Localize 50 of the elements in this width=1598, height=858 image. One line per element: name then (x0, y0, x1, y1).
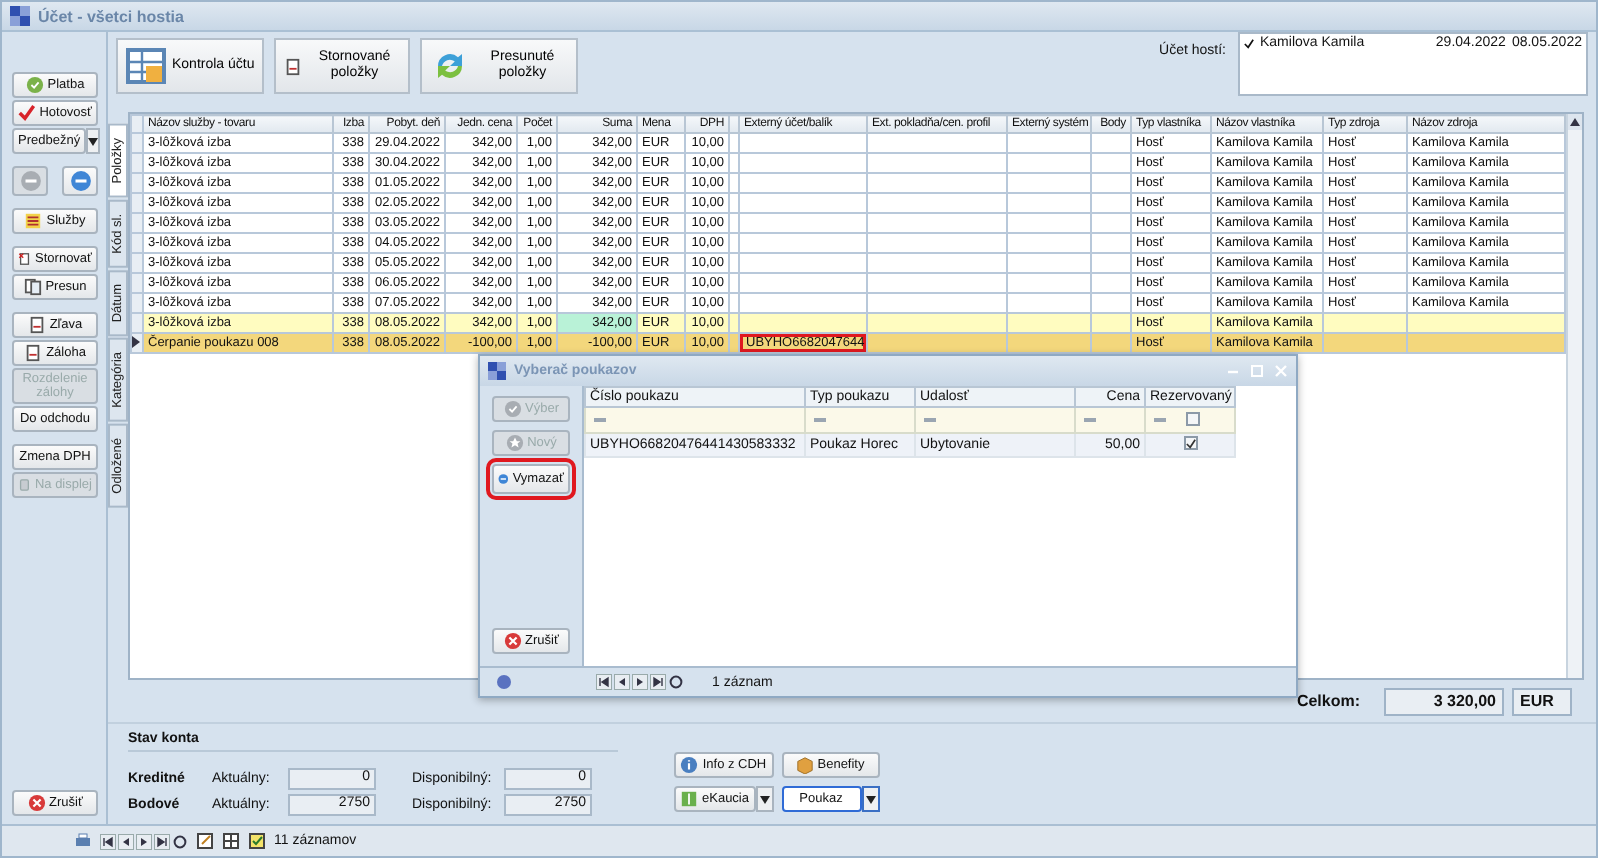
current-row-icon (132, 336, 140, 348)
next-page-icon[interactable] (632, 674, 648, 690)
check-circle-icon (503, 400, 521, 418)
last-page-icon[interactable] (650, 674, 666, 690)
list-icon (24, 212, 43, 230)
close-circle-icon (503, 632, 522, 650)
check-mark-icon[interactable] (1244, 37, 1254, 49)
document-icon (284, 57, 303, 75)
caret-icon (759, 795, 769, 803)
first-page-icon[interactable] (596, 674, 612, 690)
info-icon (680, 756, 699, 774)
document-cross-icon (18, 250, 32, 268)
icon-button[interactable] (62, 166, 98, 196)
reserved-checkbox[interactable] (1183, 436, 1197, 451)
banknote-icon (680, 790, 698, 808)
filter-checkbox[interactable] (1186, 411, 1200, 425)
total-label: Celkom: (1296, 692, 1360, 710)
package-icon (795, 756, 814, 774)
print-icon[interactable] (74, 832, 92, 850)
dropdown-caret[interactable] (86, 128, 101, 154)
previous-page-icon[interactable] (118, 833, 134, 849)
last-page-icon[interactable] (154, 833, 170, 849)
monitor-icon (18, 476, 31, 495)
first-page-icon[interactable] (100, 833, 116, 849)
app-logo-icon (488, 362, 506, 380)
checkbox-icon[interactable] (248, 832, 266, 850)
total-amount: 3 320,00 (1384, 687, 1504, 715)
document-icon (27, 316, 46, 334)
vertical-scrollbar[interactable] (1566, 114, 1582, 678)
next-page-icon[interactable] (136, 833, 152, 849)
close-circle-icon (27, 794, 46, 812)
dropdown-caret[interactable] (755, 786, 773, 812)
app-logo-icon (10, 6, 30, 26)
documents-icon (23, 278, 42, 296)
remove-circle-icon (498, 468, 509, 490)
edit-icon[interactable] (196, 832, 214, 850)
scroll-up-icon[interactable] (1570, 118, 1580, 126)
table-icon (126, 46, 166, 86)
check-mark-icon (18, 104, 36, 122)
caret-icon (88, 137, 99, 145)
dropdown-caret[interactable] (861, 786, 879, 812)
currency-field: EUR (1512, 687, 1572, 715)
window-title: Účet - všetci hostia (38, 7, 184, 25)
caret-icon (865, 795, 875, 803)
check-circle-icon (25, 76, 44, 94)
document-icon (24, 344, 43, 362)
star-circle-icon (505, 434, 524, 452)
columns-icon[interactable] (222, 832, 240, 850)
remove-circle-icon (69, 170, 91, 192)
previous-page-icon[interactable] (614, 674, 630, 690)
